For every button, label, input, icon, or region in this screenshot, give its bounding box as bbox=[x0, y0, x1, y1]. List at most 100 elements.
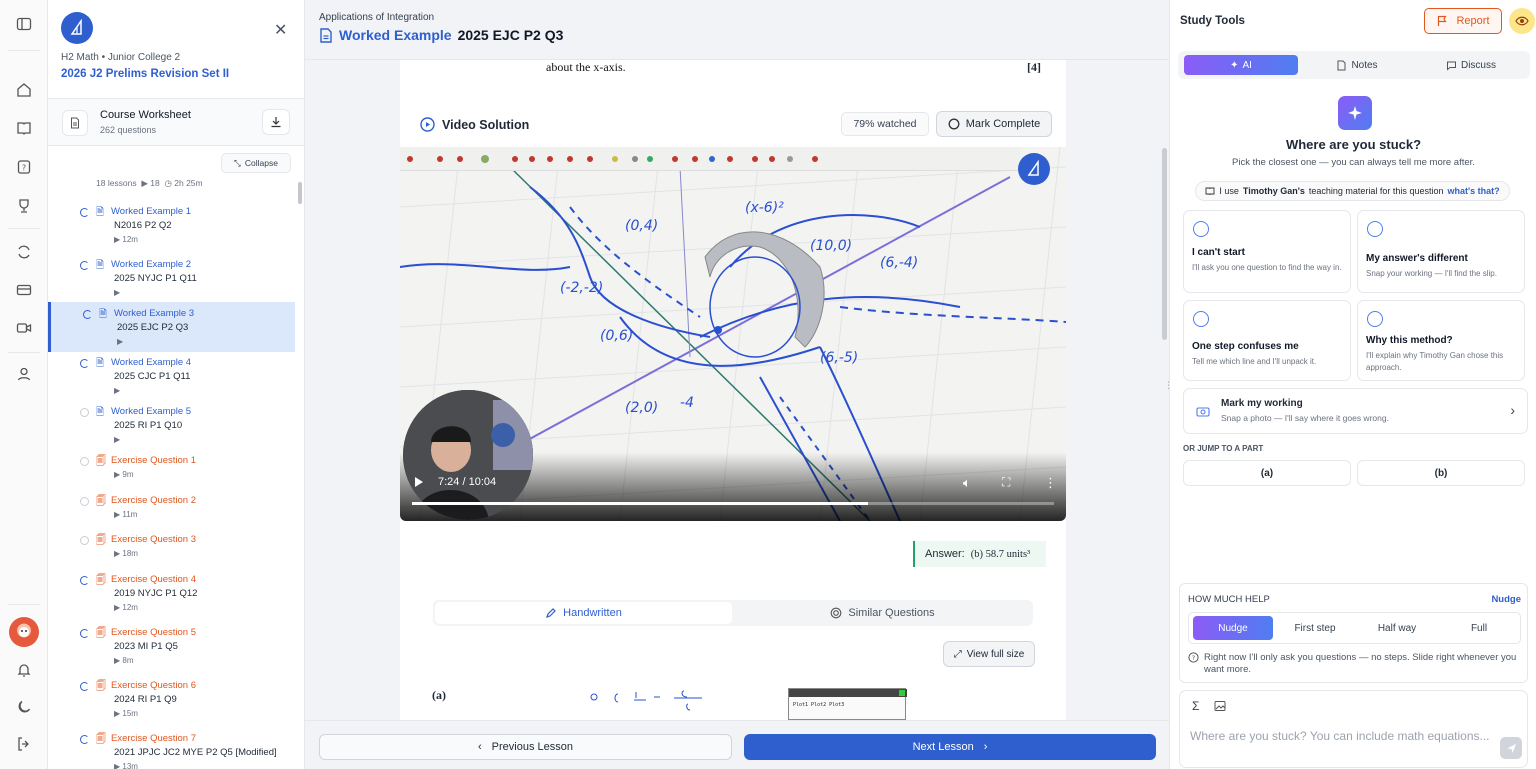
chevron-left-icon: ‹ bbox=[478, 741, 482, 753]
video-progress-fill bbox=[412, 502, 868, 505]
video-player[interactable]: (0,6) (2,0) (-2,-2) (0,4) (10,0) (6,-4) … bbox=[400, 147, 1066, 521]
note-icon bbox=[1337, 60, 1346, 70]
lesson-item[interactable]: 🗎 Worked Example 5 2025 RI P1 Q10 ▶ bbox=[48, 400, 295, 450]
set-title[interactable]: 2026 J2 Prelims Revision Set II bbox=[61, 68, 229, 80]
logout-icon[interactable] bbox=[14, 734, 34, 754]
sidebar-scrollbar[interactable] bbox=[298, 182, 302, 204]
tab-notes[interactable]: Notes bbox=[1300, 55, 1414, 75]
part-a-button[interactable]: (a) bbox=[1183, 460, 1351, 486]
home-icon[interactable] bbox=[14, 80, 34, 100]
sigma-icon[interactable]: Σ bbox=[1192, 699, 1199, 713]
part-b-button[interactable]: (b) bbox=[1357, 460, 1525, 486]
next-lesson-button[interactable]: Next Lesson › bbox=[744, 734, 1156, 760]
send-button[interactable] bbox=[1500, 737, 1522, 759]
avatar[interactable] bbox=[9, 617, 39, 647]
card-icon[interactable] bbox=[14, 280, 34, 300]
question-icon[interactable]: ? bbox=[14, 157, 34, 177]
question-circle-icon bbox=[1193, 311, 1209, 327]
panel-title: Study Tools bbox=[1180, 15, 1245, 27]
chat-icon bbox=[1446, 61, 1456, 71]
help-hint: ? Right now I'll only ask you questions … bbox=[1188, 652, 1526, 676]
help-level-box: HOW MUCH HELP Nudge Nudge First step Hal… bbox=[1179, 583, 1528, 683]
lesson-item[interactable]: 🗐 Exercise Question 6 2024 RI P1 Q9 ▶ 15m bbox=[48, 674, 295, 724]
lesson-item[interactable]: 🗐 Exercise Question 4 2019 NYJC P1 Q12 ▶ 12… bbox=[48, 568, 295, 618]
moon-icon[interactable] bbox=[14, 697, 34, 717]
view-full-size-button[interactable]: ⤢ View full size bbox=[943, 641, 1035, 667]
user-icon[interactable] bbox=[14, 364, 34, 384]
video-icon[interactable] bbox=[14, 318, 34, 338]
fullscreen-icon[interactable]: ⛶ bbox=[1002, 475, 1010, 490]
teacher-material-chip: I use Timothy Gan's teaching material for … bbox=[1195, 181, 1510, 201]
watched-badge: 79% watched bbox=[841, 112, 929, 136]
lesson-item[interactable]: 🗎 Worked Example 2 2025 NYJC P1 Q11 ▶ bbox=[48, 253, 295, 303]
level-half-way[interactable]: Half way bbox=[1357, 616, 1437, 640]
progress-ring-icon bbox=[80, 735, 89, 744]
option-answer-different[interactable]: My answer's different Snap your working … bbox=[1357, 210, 1525, 293]
title-prefix: Worked Example bbox=[339, 27, 452, 43]
whats-that-link[interactable]: what's that? bbox=[1447, 186, 1499, 196]
document-icon: 🗎 bbox=[96, 260, 105, 271]
level-full[interactable]: Full bbox=[1439, 616, 1519, 640]
main-scrollbar[interactable] bbox=[1162, 148, 1167, 340]
lesson-title: Exercise Question 3 bbox=[111, 534, 197, 545]
title-code: 2025 EJC P2 Q3 bbox=[457, 27, 564, 43]
download-button[interactable] bbox=[262, 109, 290, 135]
tab-discuss[interactable]: Discuss bbox=[1414, 55, 1528, 75]
bell-icon[interactable] bbox=[14, 660, 34, 680]
stuck-heading: Where are you stuck? bbox=[1285, 137, 1422, 152]
previous-lesson-button[interactable]: ‹ Previous Lesson bbox=[319, 734, 732, 760]
chat-input-box[interactable]: Σ Where are you stuck? You can include m… bbox=[1179, 690, 1528, 768]
lesson-item[interactable]: 🗎 Worked Example 3 2025 EJC P2 Q3 ▶ bbox=[48, 302, 295, 352]
level-first-step[interactable]: First step bbox=[1275, 616, 1355, 640]
eye-icon[interactable] bbox=[1509, 8, 1535, 34]
option-cant-start[interactable]: I can't start I'll ask you one question … bbox=[1183, 210, 1351, 293]
more-icon[interactable]: ⋮ bbox=[1044, 475, 1057, 491]
lesson-duration: ▶ 18m bbox=[114, 549, 138, 558]
lesson-code: N2016 P2 Q2 bbox=[114, 220, 172, 231]
send-icon bbox=[1506, 743, 1516, 753]
video-progress-bar[interactable] bbox=[412, 502, 1054, 505]
lesson-footer: ‹ Previous Lesson Next Lesson › bbox=[305, 720, 1169, 769]
option-step-confuses[interactable]: One step confuses me Tell me which line … bbox=[1183, 300, 1351, 381]
level-nudge[interactable]: Nudge bbox=[1193, 616, 1273, 640]
brand-logo-icon bbox=[1018, 153, 1050, 185]
lesson-item[interactable]: 🗐 Exercise Question 7 2021 JPJC JC2 MYE P2… bbox=[48, 727, 295, 769]
lesson-item[interactable]: 🗐 Exercise Question 5 2023 MI P1 Q5 ▶ 8m bbox=[48, 621, 295, 671]
page-title: Worked Example 2025 EJC P2 Q3 bbox=[319, 27, 563, 43]
refresh-icon[interactable] bbox=[14, 242, 34, 262]
volume-icon[interactable]: 🔈︎ bbox=[963, 475, 971, 491]
lesson-duration: ▶ 9m bbox=[114, 470, 134, 479]
chat-input[interactable]: Where are you stuck? You can include mat… bbox=[1190, 727, 1490, 746]
lesson-code: 2023 MI P1 Q5 bbox=[114, 641, 178, 652]
tab-similar-questions[interactable]: Similar Questions bbox=[734, 602, 1031, 624]
help-level-slider[interactable]: Nudge First step Half way Full bbox=[1188, 612, 1521, 644]
book-icon[interactable] bbox=[14, 118, 34, 138]
progress-ring-icon bbox=[80, 629, 89, 638]
worksheet-box[interactable]: Course Worksheet 262 questions bbox=[48, 98, 304, 146]
breadcrumb[interactable]: Applications of Integration bbox=[319, 12, 434, 23]
lesson-paper: about the x-axis. [4] Video Solution 79%… bbox=[400, 60, 1066, 720]
svg-text:(x-6)²: (x-6)² bbox=[745, 200, 784, 216]
close-icon[interactable]: ✕ bbox=[274, 20, 287, 40]
sidebar-toggle-icon[interactable] bbox=[14, 14, 34, 34]
collapse-button[interactable]: ⤡ Collapse bbox=[221, 153, 291, 173]
image-upload-icon[interactable] bbox=[1214, 699, 1227, 717]
mark-my-working-button[interactable]: Mark my working Snap a photo — I'll say … bbox=[1183, 388, 1528, 434]
mark-complete-button[interactable]: Mark Complete bbox=[936, 111, 1052, 137]
clipboard-icon: 🗐 bbox=[96, 456, 106, 467]
lesson-item[interactable]: 🗎 Worked Example 1 N2016 P2 Q2 ▶ 12m bbox=[48, 200, 295, 250]
lesson-code: 2025 EJC P2 Q3 bbox=[117, 322, 189, 333]
tab-ai[interactable]: ✦ AI bbox=[1184, 55, 1298, 75]
lesson-item[interactable]: 🗎 Worked Example 4 2025 CJC P1 Q11 ▶ bbox=[48, 351, 295, 401]
play-circle-icon bbox=[420, 117, 435, 132]
svg-text:?: ? bbox=[22, 164, 26, 173]
lesson-duration: ▶ 12m bbox=[114, 603, 138, 612]
geogebra-toolbar bbox=[400, 147, 1020, 171]
report-button[interactable]: Report bbox=[1424, 8, 1502, 34]
lesson-code: 2021 JPJC JC2 MYE P2 Q5 [Modified] bbox=[114, 747, 277, 758]
play-icon[interactable] bbox=[415, 477, 423, 487]
trophy-icon[interactable] bbox=[14, 196, 34, 216]
option-why-method[interactable]: Why this method? I'll explain why Timoth… bbox=[1357, 300, 1525, 381]
tab-handwritten[interactable]: Handwritten bbox=[435, 602, 732, 624]
lesson-duration: ▶ 11m bbox=[114, 510, 138, 519]
